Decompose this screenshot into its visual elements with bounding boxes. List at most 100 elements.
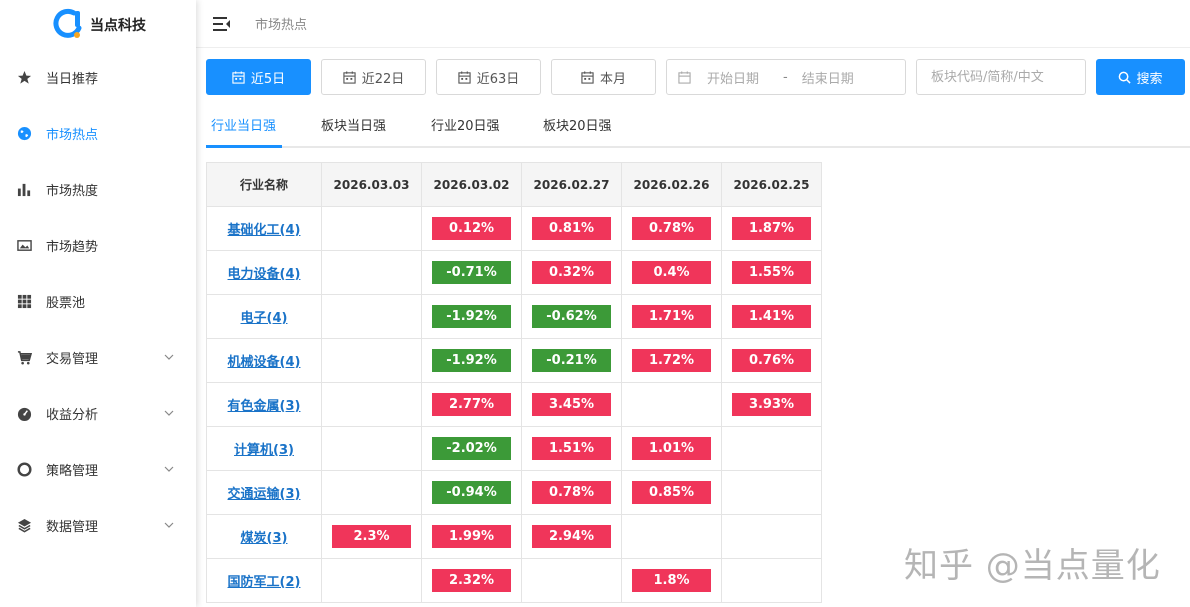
period-button[interactable]: 近63日 <box>436 59 541 95</box>
industry-name-cell: 有色金属(3) <box>206 382 322 427</box>
period-button[interactable]: 近5日 <box>206 59 311 95</box>
empty-cell <box>321 382 422 427</box>
search-button[interactable]: 搜索 <box>1096 59 1185 95</box>
change-cell: -0.21% <box>521 338 622 383</box>
change-badge: -1.92% <box>432 305 511 328</box>
industry-link[interactable]: 电子(4) <box>241 311 288 326</box>
sidebar-item-label: 市场热度 <box>46 183 99 199</box>
period-button[interactable]: 本月 <box>551 59 656 95</box>
watermark: 知乎 @当点量化 <box>904 546 1161 586</box>
industry-link[interactable]: 电力设备(4) <box>228 267 301 282</box>
column-header-date: 2026.02.27 <box>521 162 622 207</box>
change-badge: 1.72% <box>632 349 711 372</box>
sidebar-item-label: 收益分析 <box>46 407 99 423</box>
chevron-down-icon <box>164 351 174 361</box>
industry-link[interactable]: 国防军工(2) <box>228 575 301 590</box>
sidebar-item[interactable]: 策略管理 <box>0 449 196 489</box>
tab[interactable]: 行业当日强 <box>211 115 276 134</box>
change-badge: 1.55% <box>732 261 811 284</box>
sidebar-item-label: 交易管理 <box>46 351 99 367</box>
calendar-icon <box>678 70 691 84</box>
tab[interactable]: 板块当日强 <box>321 115 386 134</box>
empty-cell <box>321 338 422 383</box>
change-cell: 0.4% <box>621 250 722 295</box>
change-cell: -1.92% <box>421 294 522 339</box>
change-badge: 0.32% <box>532 261 611 284</box>
industry-link[interactable]: 基础化工(4) <box>228 223 301 238</box>
column-header-date: 2026.02.26 <box>621 162 722 207</box>
image-icon <box>16 237 32 253</box>
sidebar-item-label: 当日推荐 <box>46 71 99 87</box>
tab[interactable]: 板块20日强 <box>543 115 612 134</box>
empty-cell <box>721 514 822 559</box>
change-cell: 2.77% <box>421 382 522 427</box>
calendar-icon <box>343 70 356 84</box>
sidebar-item[interactable]: 收益分析 <box>0 393 196 433</box>
period-button[interactable]: 近22日 <box>321 59 426 95</box>
change-cell: 0.12% <box>421 206 522 251</box>
change-badge: 0.78% <box>532 481 611 504</box>
tab[interactable]: 行业20日强 <box>431 115 500 134</box>
change-badge: 1.01% <box>632 437 711 460</box>
sidebar-item[interactable]: 市场热点 <box>0 113 196 153</box>
industry-name-cell: 计算机(3) <box>206 426 322 471</box>
industry-name-cell: 机械设备(4) <box>206 338 322 383</box>
change-badge: 3.45% <box>532 393 611 416</box>
change-cell: 2.3% <box>321 514 422 559</box>
industry-link[interactable]: 煤炭(3) <box>241 531 288 546</box>
sidebar-item[interactable]: 数据管理 <box>0 505 196 545</box>
industry-name-cell: 国防军工(2) <box>206 558 322 603</box>
industry-link[interactable]: 计算机(3) <box>234 443 294 458</box>
search-button-label: 搜索 <box>1136 71 1163 87</box>
change-badge: 0.12% <box>432 217 511 240</box>
change-badge: 0.4% <box>632 261 711 284</box>
sidebar-item[interactable]: 交易管理 <box>0 337 196 377</box>
breadcrumb[interactable]: 市场热点 <box>255 14 307 33</box>
change-cell: -0.94% <box>421 470 522 515</box>
menu-fold-icon[interactable] <box>213 16 231 32</box>
empty-cell <box>621 514 722 559</box>
industry-name-cell: 交通运输(3) <box>206 470 322 515</box>
change-cell: 1.72% <box>621 338 722 383</box>
change-cell: 1.51% <box>521 426 622 471</box>
date-start-field[interactable]: 开始日期 <box>707 68 775 87</box>
sidebar-item[interactable]: 市场热度 <box>0 169 196 209</box>
sidebar-item-label: 市场趋势 <box>46 239 99 255</box>
change-badge: 1.51% <box>532 437 611 460</box>
table-row: 计算机(3) -2.02% 1.51% 1.01% <box>206 426 822 471</box>
sidebar-item[interactable]: 股票池 <box>0 281 196 321</box>
empty-cell <box>621 382 722 427</box>
industry-name-cell: 煤炭(3) <box>206 514 322 559</box>
empty-cell <box>321 294 422 339</box>
change-badge: 0.76% <box>732 349 811 372</box>
search-input[interactable] <box>916 59 1086 95</box>
sidebar-item-label: 策略管理 <box>46 463 99 479</box>
change-badge: 1.87% <box>732 217 811 240</box>
change-cell: 0.85% <box>621 470 722 515</box>
sidebar-item[interactable]: 当日推荐 <box>0 57 196 97</box>
logo[interactable]: 当点科技 <box>0 0 196 48</box>
change-badge: 2.32% <box>432 569 511 592</box>
logo-icon <box>52 8 84 40</box>
date-range-picker[interactable]: 开始日期 - 结束日期 <box>666 59 906 95</box>
empty-cell <box>321 426 422 471</box>
date-separator: - <box>783 69 788 85</box>
table-row: 有色金属(3) 2.77% 3.45% 3.93% <box>206 382 822 427</box>
change-badge: 1.99% <box>432 525 511 548</box>
lifebuoy-icon <box>16 461 32 477</box>
period-button-label: 近5日 <box>250 71 286 87</box>
table-header-row: 行业名称 2026.03.03 2026.03.02 2026.02.27 2026.0… <box>206 162 822 207</box>
date-end-field[interactable]: 结束日期 <box>802 68 870 87</box>
change-cell: 1.41% <box>721 294 822 339</box>
sidebar-item[interactable]: 市场趋势 <box>0 225 196 265</box>
change-cell: 0.81% <box>521 206 622 251</box>
change-badge: -0.62% <box>532 305 611 328</box>
industry-link[interactable]: 机械设备(4) <box>228 355 301 370</box>
industry-link[interactable]: 有色金属(3) <box>228 399 301 414</box>
industry-link[interactable]: 交通运输(3) <box>228 487 301 502</box>
change-cell: 1.01% <box>621 426 722 471</box>
layers-icon <box>16 517 32 533</box>
empty-cell <box>321 470 422 515</box>
change-cell: -1.92% <box>421 338 522 383</box>
change-cell: 1.55% <box>721 250 822 295</box>
